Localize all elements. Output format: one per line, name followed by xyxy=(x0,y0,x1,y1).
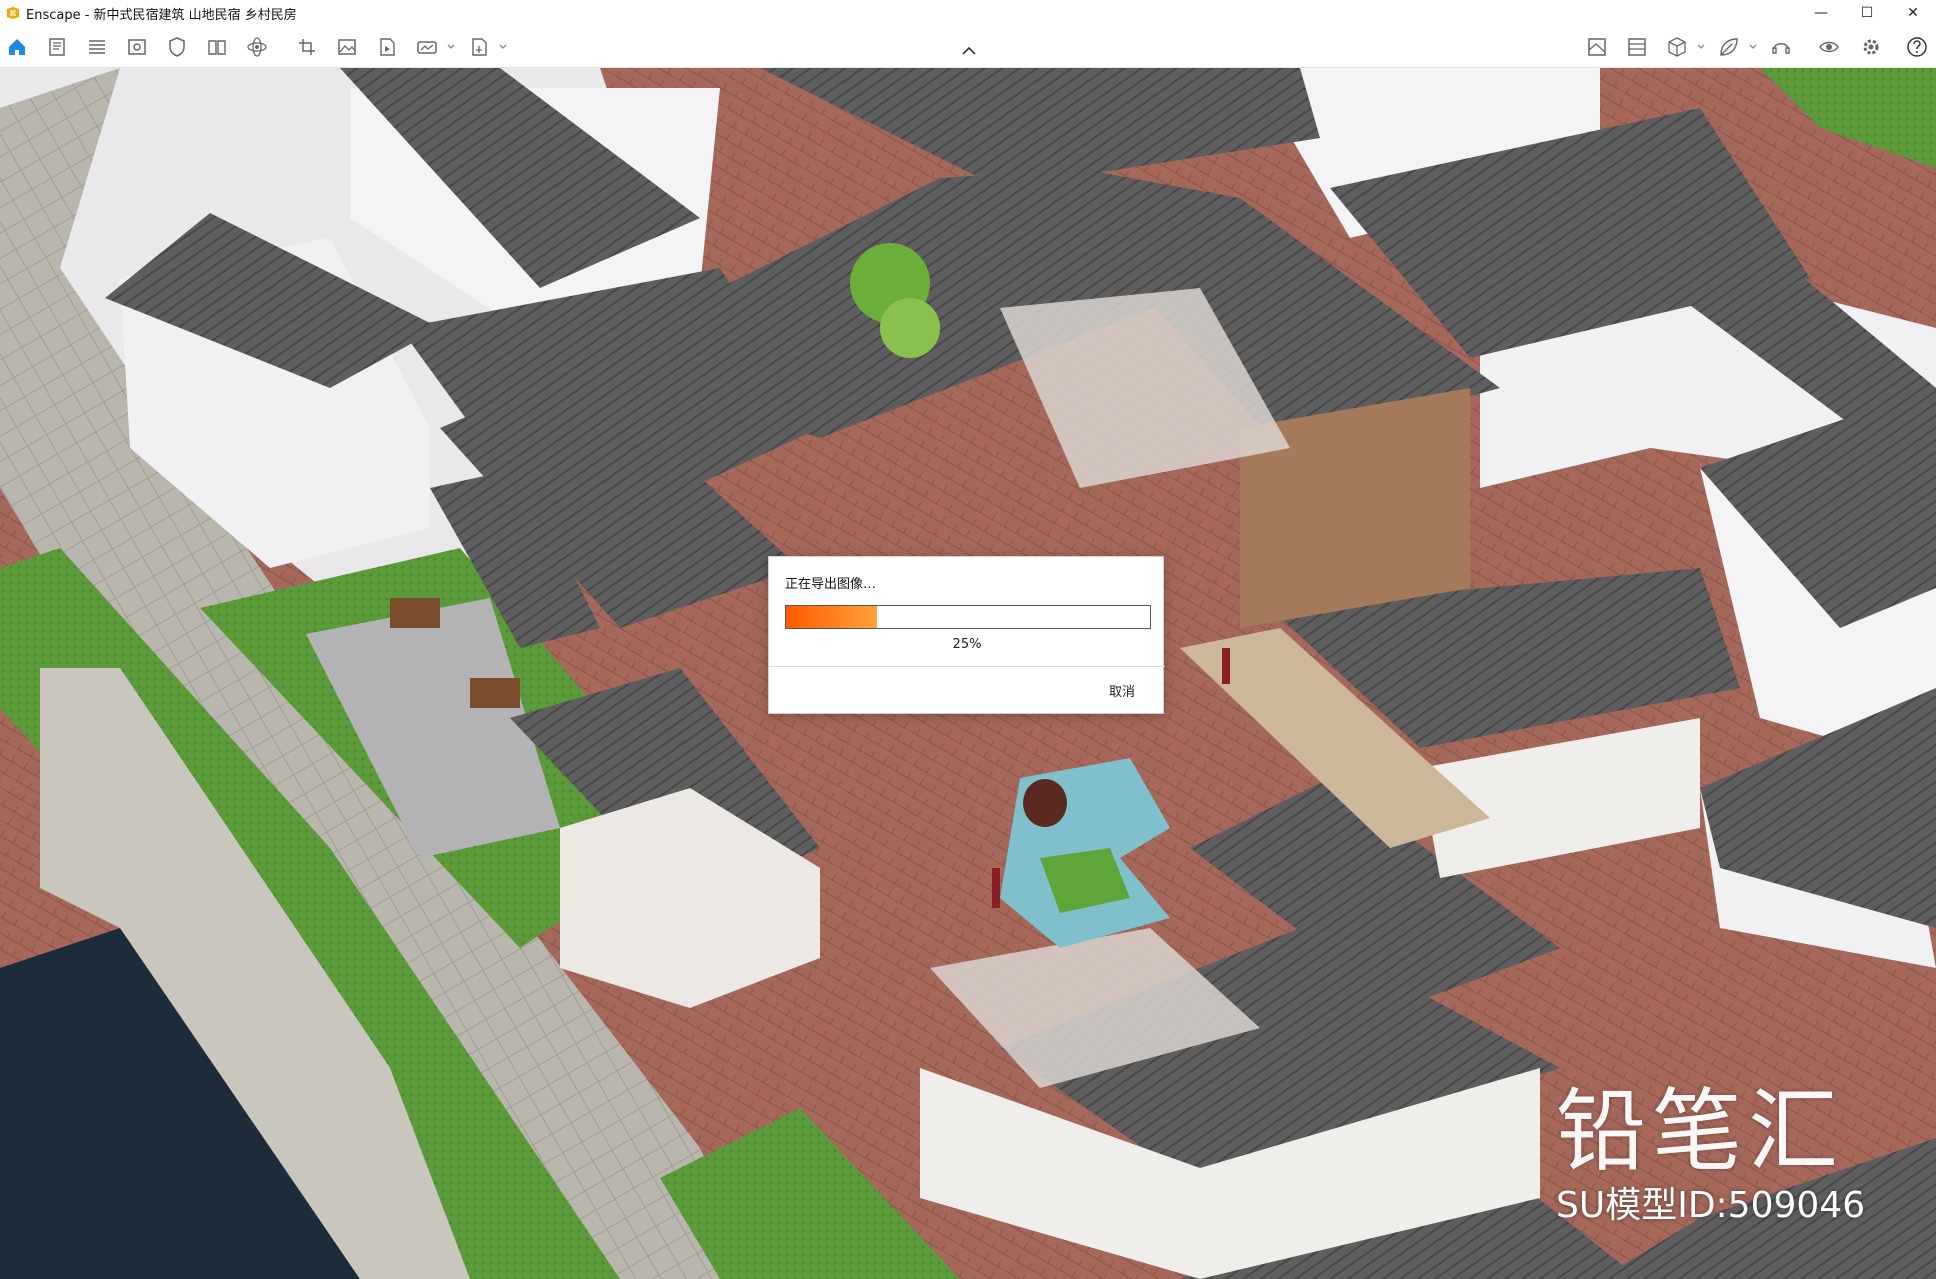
progress-percent: 25% xyxy=(952,637,982,652)
image-button[interactable] xyxy=(334,34,360,60)
document-icon xyxy=(49,38,65,56)
eye-button[interactable] xyxy=(1816,34,1842,60)
list-button[interactable] xyxy=(84,34,110,60)
gallery-icon xyxy=(1628,38,1646,56)
crop-icon xyxy=(299,39,315,55)
leaf-button[interactable] xyxy=(1716,34,1742,60)
home-icon xyxy=(9,39,25,55)
export-progress-bar xyxy=(785,605,1151,629)
export-file-icon xyxy=(472,38,487,56)
settings-button[interactable] xyxy=(1858,34,1884,60)
shield-icon xyxy=(169,37,185,57)
gallery-button[interactable] xyxy=(1624,34,1650,60)
settings-icon xyxy=(1863,39,1879,55)
list-icon xyxy=(89,40,105,54)
dialog-message: 正在导出图像… xyxy=(785,577,877,592)
panorama-icon xyxy=(417,41,437,54)
minimize-button[interactable]: — xyxy=(1798,0,1844,26)
book-button[interactable] xyxy=(204,34,230,60)
headset-button[interactable] xyxy=(1768,34,1794,60)
headset-icon xyxy=(1772,43,1790,54)
progress-bar-fill xyxy=(786,606,877,628)
view-button[interactable] xyxy=(124,34,150,60)
help-icon xyxy=(1907,37,1927,57)
help-button[interactable] xyxy=(1904,34,1930,60)
cancel-button[interactable]: 取消 xyxy=(1109,681,1135,700)
toolbar xyxy=(0,26,1936,68)
brand-watermark: 铅笔汇 xyxy=(1556,1079,1844,1184)
atom-icon xyxy=(247,37,267,57)
collapse-chevron-icon[interactable] xyxy=(960,44,978,58)
chevron-down-icon[interactable] xyxy=(498,42,508,52)
cube-button[interactable] xyxy=(1664,34,1690,60)
window-title: Enscape - 新中式民宿建筑 山地民宿 乡村民房 xyxy=(26,7,297,23)
shield-button[interactable] xyxy=(164,34,190,60)
chevron-down-icon[interactable] xyxy=(1748,42,1758,52)
video-file-button[interactable] xyxy=(374,34,400,60)
image-icon xyxy=(338,39,356,55)
cube-icon xyxy=(1668,37,1686,57)
enscape-logo-icon xyxy=(7,7,19,19)
chevron-down-icon[interactable] xyxy=(446,42,456,52)
model-id-watermark: SU模型ID:509046 xyxy=(1556,1185,1866,1226)
atom-button[interactable] xyxy=(244,34,270,60)
book-icon xyxy=(208,40,226,55)
eye-icon xyxy=(1819,41,1839,53)
view-icon xyxy=(128,39,146,55)
document-button[interactable] xyxy=(44,34,70,60)
export-file-button[interactable] xyxy=(466,34,492,60)
dialog-divider xyxy=(769,666,1165,667)
leaf-icon xyxy=(1720,38,1738,56)
panorama-button[interactable] xyxy=(414,34,440,60)
window-controls: — ☐ ✕ xyxy=(1798,0,1936,26)
crop-button[interactable] xyxy=(294,34,320,60)
title-bar: Enscape - 新中式民宿建筑 山地民宿 乡村民房 — ☐ ✕ xyxy=(0,0,1936,26)
close-button[interactable]: ✕ xyxy=(1890,0,1936,26)
render-viewport[interactable]: 正在导出图像… 25% 取消 铅笔汇 SU模型ID:509046 xyxy=(0,68,1936,1279)
chevron-down-icon[interactable] xyxy=(1696,42,1706,52)
export-progress-dialog: 正在导出图像… 25% 取消 xyxy=(768,556,1165,714)
maximize-button[interactable]: ☐ xyxy=(1844,0,1890,26)
map-button[interactable] xyxy=(1584,34,1610,60)
home-button[interactable] xyxy=(4,34,30,60)
video-file-icon xyxy=(380,38,395,56)
map-icon xyxy=(1588,38,1606,56)
